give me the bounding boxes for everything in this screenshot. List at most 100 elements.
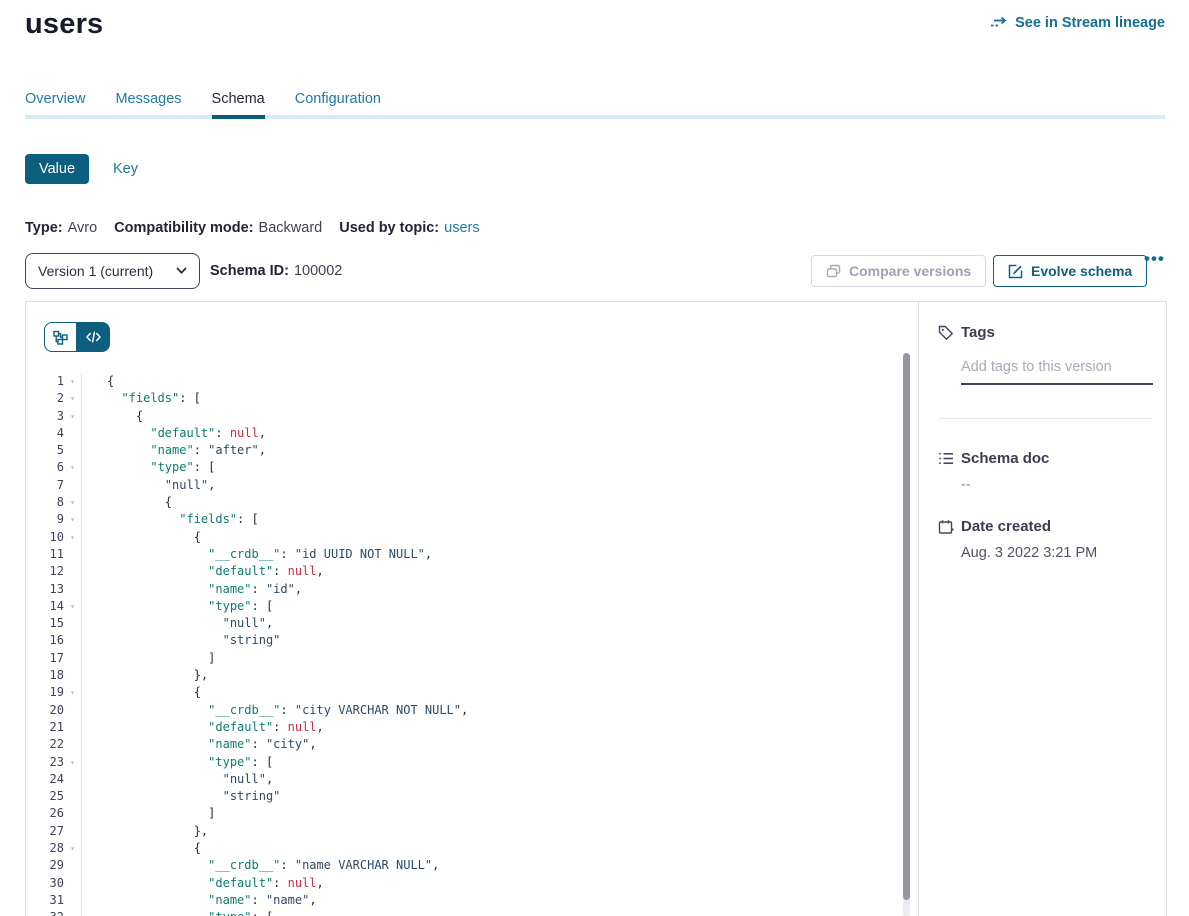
code-scrollbar-thumb[interactable]: [903, 353, 910, 900]
tab-configuration[interactable]: Configuration: [295, 91, 381, 117]
line-number: 12: [26, 563, 64, 580]
token-s: "city VARCHAR NOT NULL": [295, 703, 461, 717]
schema-id: Schema ID: 100002: [210, 263, 342, 279]
code-text: "default": null,: [81, 425, 918, 442]
code-text: "fields": [: [81, 511, 918, 528]
token-s: "null": [223, 616, 266, 630]
compatibility-value: Backward: [259, 220, 323, 236]
line-number: 16: [26, 632, 64, 649]
calendar-plus-icon: [938, 519, 954, 535]
code-text: },: [81, 823, 918, 840]
line-number: 5: [26, 442, 64, 459]
tags-section-header: Tags: [938, 324, 995, 341]
evolve-schema-button[interactable]: Evolve schema: [993, 255, 1147, 287]
token-k: "name": [150, 443, 193, 457]
code-text: "string": [81, 632, 918, 649]
collapse-toggle-icon[interactable]: ▾: [64, 494, 81, 511]
code-view-button[interactable]: [77, 322, 110, 352]
token-s: "null": [223, 772, 266, 786]
code-line: 22"name": "city",: [26, 736, 918, 753]
code-text: "default": null,: [81, 563, 918, 580]
token-k: "name": [208, 737, 251, 751]
token-p: :: [252, 737, 266, 751]
token-p: ]: [208, 651, 215, 665]
stream-lineage-link[interactable]: See in Stream lineage: [990, 15, 1165, 31]
code-scrollbar-track[interactable]: [903, 353, 910, 916]
key-toggle-button[interactable]: Key: [113, 161, 138, 177]
line-number: 28: [26, 840, 64, 857]
version-select[interactable]: Version 1 (current): [25, 253, 200, 289]
more-actions-button[interactable]: •••: [1144, 249, 1165, 269]
code-line: 10▾{: [26, 529, 918, 546]
token-k: "name": [208, 893, 251, 907]
code-line: 17]: [26, 650, 918, 667]
collapse-toggle-icon[interactable]: ▾: [64, 373, 81, 390]
collapse-toggle-icon[interactable]: ▾: [64, 408, 81, 425]
sidebar-divider: [939, 418, 1152, 419]
line-number: 31: [26, 892, 64, 909]
line-number: 18: [26, 667, 64, 684]
topic-link[interactable]: users: [444, 220, 479, 236]
tree-view-button[interactable]: [44, 322, 77, 352]
tag-icon: [938, 325, 954, 341]
line-number: 4: [26, 425, 64, 442]
token-k: "default": [208, 876, 273, 890]
code-line: 24"null",: [26, 771, 918, 788]
used-by-topic-label: Used by topic:: [339, 220, 439, 236]
list-icon: [938, 451, 954, 466]
compatibility-label: Compatibility mode:: [114, 220, 253, 236]
token-s: "after": [208, 443, 259, 457]
collapse-toggle-icon[interactable]: ▾: [64, 840, 81, 857]
collapse-toggle-icon[interactable]: ▾: [64, 459, 81, 476]
tab-overview[interactable]: Overview: [25, 91, 85, 117]
token-p: :: [280, 547, 294, 561]
collapse-spacer: [64, 581, 81, 598]
chevron-down-icon: [176, 267, 187, 275]
token-k: "fields": [121, 391, 179, 405]
collapse-spacer: [64, 563, 81, 580]
collapse-spacer: [64, 425, 81, 442]
line-number: 9: [26, 511, 64, 528]
compare-versions-button[interactable]: Compare versions: [811, 255, 986, 287]
evolve-schema-label: Evolve schema: [1031, 263, 1132, 279]
code-line: 3▾{: [26, 408, 918, 425]
code-text: "name": "name",: [81, 892, 918, 909]
tab-messages[interactable]: Messages: [115, 91, 181, 117]
token-n: null: [288, 564, 317, 578]
token-k: "fields": [179, 512, 237, 526]
collapse-toggle-icon[interactable]: ▾: [64, 511, 81, 528]
code-text: "null",: [81, 771, 918, 788]
token-s: "id": [266, 582, 295, 596]
compare-versions-label: Compare versions: [849, 263, 971, 279]
line-number: 11: [26, 546, 64, 563]
code-text: "default": null,: [81, 875, 918, 892]
collapse-toggle-icon[interactable]: ▾: [64, 684, 81, 701]
tab-schema[interactable]: Schema: [212, 91, 265, 117]
token-p: },: [194, 824, 208, 838]
token-p: ,: [266, 616, 273, 630]
collapse-toggle-icon[interactable]: ▾: [64, 754, 81, 771]
code-text: "null",: [81, 615, 918, 632]
token-p: ,: [309, 737, 316, 751]
collapse-toggle-icon[interactable]: ▾: [64, 598, 81, 615]
code-line: 18},: [26, 667, 918, 684]
code-text: "__crdb__": "id UUID NOT NULL",: [81, 546, 918, 563]
code-line: 19▾{: [26, 684, 918, 701]
collapse-spacer: [64, 857, 81, 874]
code-line: 2▾"fields": [: [26, 390, 918, 407]
token-s: "string": [223, 633, 281, 647]
token-k: "__crdb__": [208, 547, 280, 561]
tags-input[interactable]: [961, 356, 1153, 385]
value-toggle-button[interactable]: Value: [25, 154, 89, 184]
collapse-toggle-icon[interactable]: ▾: [64, 390, 81, 407]
collapse-toggle-icon[interactable]: ▾: [64, 529, 81, 546]
token-k: "type": [208, 599, 251, 613]
code-text: "fields": [: [81, 390, 918, 407]
token-n: null: [230, 426, 259, 440]
token-p: : [: [252, 599, 274, 613]
line-number: 32: [26, 909, 64, 916]
collapse-toggle-icon[interactable]: ▾: [64, 909, 81, 916]
code-line: 29"__crdb__": "name VARCHAR NULL",: [26, 857, 918, 874]
code-text: {: [81, 684, 918, 701]
edit-icon: [1008, 264, 1023, 279]
